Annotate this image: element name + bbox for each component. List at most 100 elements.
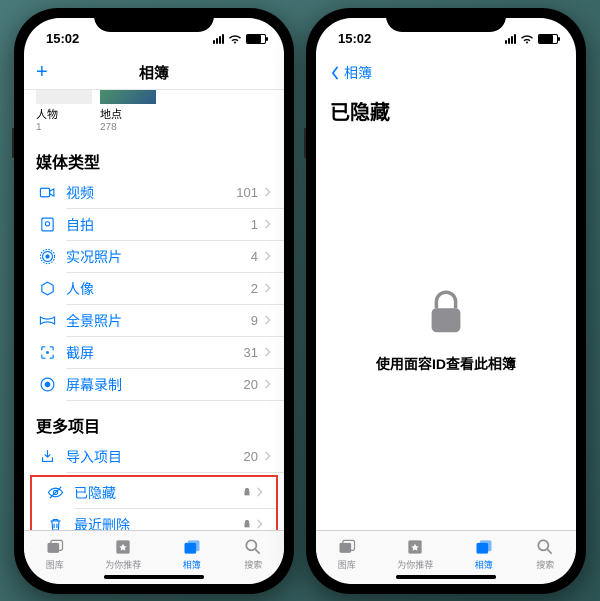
chevron-right-icon	[264, 344, 272, 362]
phone-left: 15:02 + 相簿 人物 1 地点 278	[14, 8, 294, 594]
hidden-icon	[44, 484, 66, 501]
row-import[interactable]: 导入项目 20	[24, 441, 284, 473]
row-portrait-count: 2	[251, 281, 258, 296]
row-selfie-count: 1	[251, 217, 258, 232]
row-import-count: 20	[244, 449, 258, 464]
tab-foryou-label: 为你推荐	[105, 558, 141, 571]
row-pano-label: 全景照片	[66, 311, 122, 331]
chevron-right-icon	[264, 216, 272, 234]
row-hidden-label: 已隐藏	[74, 483, 116, 503]
chevron-right-icon	[264, 280, 272, 298]
highlight-box: 已隐藏 最近删除	[30, 475, 278, 530]
screenshot-icon	[36, 344, 58, 361]
screen-right: 15:02 相簿 已隐藏 使用面容ID查看此相簿 图库	[316, 18, 576, 584]
chevron-right-icon	[256, 516, 264, 530]
tab-library[interactable]: 图库	[336, 537, 358, 571]
thumb-people-image	[36, 90, 92, 104]
row-live-count: 4	[251, 249, 258, 264]
back-button[interactable]: 相簿	[328, 63, 372, 83]
tab-albums[interactable]: 相簿	[473, 537, 495, 571]
lock-icon	[242, 516, 252, 530]
panorama-icon	[36, 312, 58, 329]
thumb-places-image	[100, 90, 156, 104]
chevron-right-icon	[264, 448, 272, 466]
tab-search[interactable]: 搜索	[242, 537, 264, 571]
thumb-places-count: 278	[100, 122, 156, 133]
phone-right: 15:02 相簿 已隐藏 使用面容ID查看此相簿 图库	[306, 8, 586, 594]
status-right	[213, 34, 266, 44]
thumbs-row: 人物 1 地点 278	[24, 90, 284, 137]
row-video-count: 101	[236, 185, 258, 200]
thumb-places[interactable]: 地点 278	[100, 90, 156, 133]
row-record-label: 屏幕录制	[66, 375, 122, 395]
wifi-icon	[520, 34, 534, 44]
thumb-places-label: 地点	[100, 106, 156, 122]
tab-search-label: 搜索	[244, 558, 262, 571]
foryou-icon	[112, 537, 134, 557]
status-right	[505, 34, 558, 44]
row-selfie-label: 自拍	[66, 215, 94, 235]
back-label: 相簿	[344, 63, 372, 83]
nav-title: 相簿	[139, 62, 169, 83]
media-types-list: 视频 101 自拍 1 实况照片 4	[24, 177, 284, 401]
row-hidden[interactable]: 已隐藏	[32, 477, 276, 509]
chevron-right-icon	[264, 248, 272, 266]
library-icon	[336, 537, 358, 557]
chevron-right-icon	[264, 312, 272, 330]
row-deleted-label: 最近删除	[74, 515, 130, 530]
lock-icon	[242, 484, 252, 502]
lock-icon	[426, 289, 466, 342]
tab-albums-label: 相簿	[475, 558, 493, 571]
row-portrait[interactable]: 人像 2	[24, 273, 284, 305]
nav-bar: 相簿	[316, 56, 576, 90]
thumb-people-label: 人物	[36, 106, 92, 122]
portrait-icon	[36, 280, 58, 297]
video-icon	[36, 184, 58, 201]
locked-message: 使用面容ID查看此相簿	[376, 354, 516, 374]
albums-icon	[473, 537, 495, 557]
battery-icon	[538, 34, 558, 44]
thumb-people[interactable]: 人物 1	[36, 90, 92, 133]
live-photo-icon	[36, 248, 58, 265]
tab-albums[interactable]: 相簿	[181, 537, 203, 571]
home-indicator[interactable]	[396, 575, 496, 579]
content-left[interactable]: 人物 1 地点 278 媒体类型 视频 101	[24, 90, 284, 530]
row-live-label: 实况照片	[66, 247, 122, 267]
tab-search[interactable]: 搜索	[534, 537, 556, 571]
chevron-left-icon	[328, 66, 342, 80]
tab-library-label: 图库	[46, 558, 64, 571]
row-pano[interactable]: 全景照片 9	[24, 305, 284, 337]
status-time: 15:02	[46, 31, 79, 46]
page-title: 已隐藏	[316, 90, 576, 133]
add-button[interactable]: +	[36, 61, 48, 84]
tab-foryou[interactable]: 为你推荐	[397, 537, 433, 571]
trash-icon	[44, 516, 66, 530]
search-icon	[242, 537, 264, 557]
signal-icon	[213, 34, 224, 44]
albums-icon	[181, 537, 203, 557]
row-screenshot-count: 31	[244, 345, 258, 360]
row-deleted[interactable]: 最近删除	[32, 509, 276, 530]
row-video[interactable]: 视频 101	[24, 177, 284, 209]
row-screenshot[interactable]: 截屏 31	[24, 337, 284, 369]
tab-foryou[interactable]: 为你推荐	[105, 537, 141, 571]
signal-icon	[505, 34, 516, 44]
row-record[interactable]: 屏幕录制 20	[24, 369, 284, 401]
row-record-count: 20	[244, 377, 258, 392]
media-types-header: 媒体类型	[24, 137, 284, 177]
row-portrait-label: 人像	[66, 279, 94, 299]
row-import-label: 导入项目	[66, 447, 122, 467]
battery-icon	[246, 34, 266, 44]
chevron-right-icon	[264, 184, 272, 202]
home-indicator[interactable]	[104, 575, 204, 579]
library-icon	[44, 537, 66, 557]
wifi-icon	[228, 34, 242, 44]
tab-library-label: 图库	[338, 558, 356, 571]
tab-search-label: 搜索	[536, 558, 554, 571]
tab-library[interactable]: 图库	[44, 537, 66, 571]
status-time: 15:02	[338, 31, 371, 46]
row-selfie[interactable]: 自拍 1	[24, 209, 284, 241]
foryou-icon	[404, 537, 426, 557]
row-screenshot-label: 截屏	[66, 343, 94, 363]
row-live[interactable]: 实况照片 4	[24, 241, 284, 273]
